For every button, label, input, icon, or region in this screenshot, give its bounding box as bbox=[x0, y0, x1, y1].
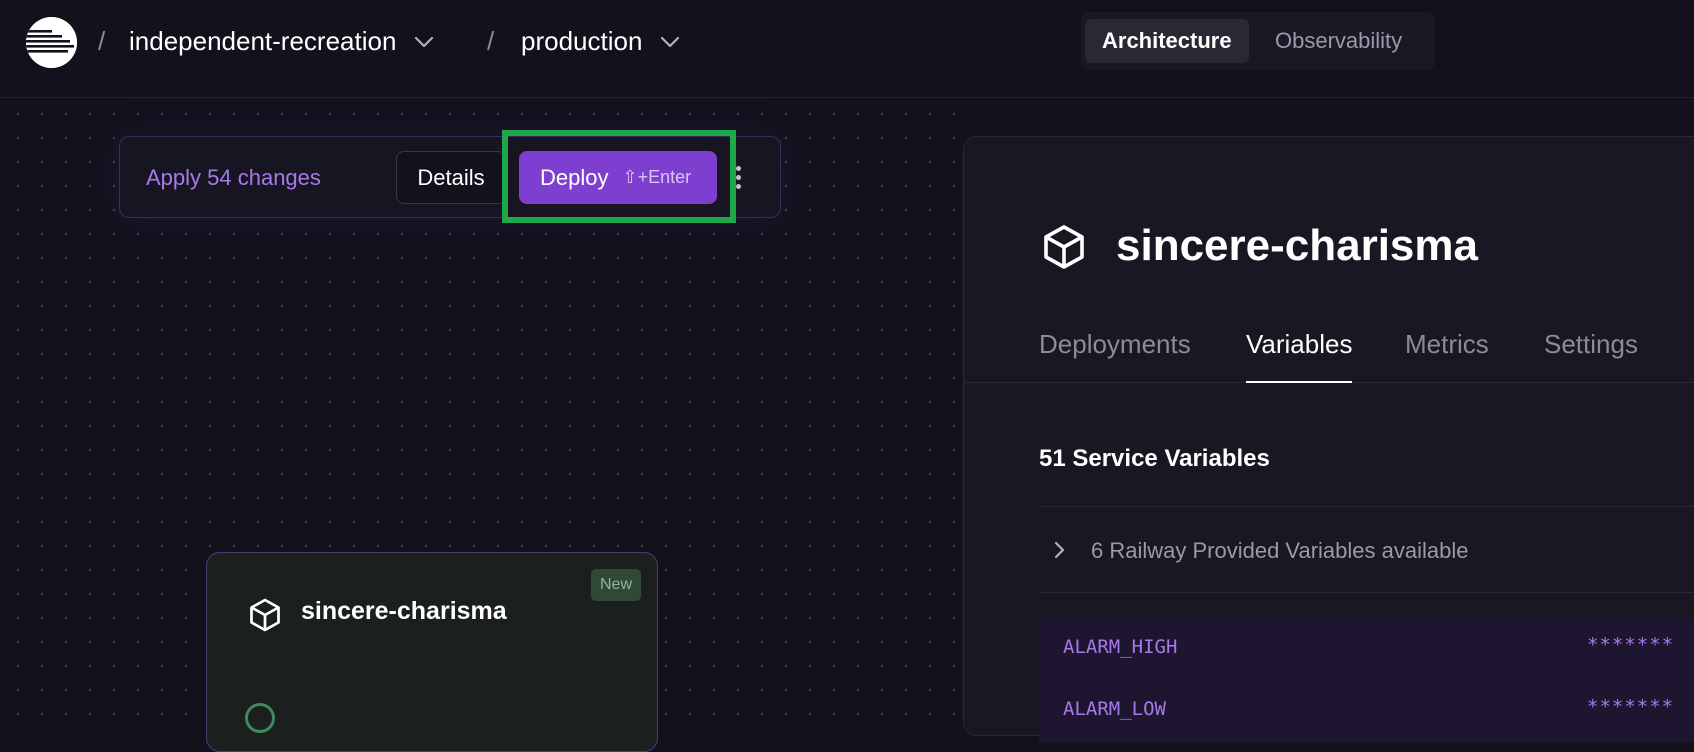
cube-icon bbox=[1044, 225, 1084, 269]
tab-settings[interactable]: Settings bbox=[1544, 329, 1638, 383]
more-vertical-icon[interactable] bbox=[732, 163, 744, 193]
chevron-down-icon bbox=[415, 36, 434, 47]
cube-icon bbox=[250, 598, 280, 632]
breadcrumb-separator: / bbox=[487, 26, 495, 56]
deploy-button[interactable]: Deploy ⇧+Enter bbox=[519, 151, 717, 204]
tab-deployments[interactable]: Deployments bbox=[1039, 329, 1191, 383]
tab-observability[interactable]: Observability bbox=[1258, 19, 1419, 63]
top-bar: / independent-recreation / production Ar… bbox=[0, 0, 1694, 98]
apply-changes-text[interactable]: Apply 54 changes bbox=[146, 165, 321, 191]
chevron-down-icon bbox=[661, 36, 680, 47]
service-card[interactable]: New sincere-charisma bbox=[206, 552, 658, 752]
panel-tabs: Deployments Variables Metrics Settings bbox=[964, 317, 1694, 383]
view-toggle: Architecture Observability bbox=[1081, 12, 1435, 70]
tab-variables[interactable]: Variables bbox=[1246, 329, 1353, 383]
project-selector[interactable]: independent-recreation bbox=[129, 26, 434, 57]
divider bbox=[1039, 592, 1694, 593]
variable-row[interactable]: ALARM_HIGH ******* bbox=[1039, 618, 1694, 680]
variable-name: ALARM_HIGH bbox=[1063, 636, 1178, 658]
tab-metrics[interactable]: Metrics bbox=[1405, 329, 1489, 383]
service-card-title: sincere-charisma bbox=[301, 597, 507, 625]
chevron-right-icon bbox=[1054, 541, 1065, 559]
railway-logo-icon[interactable] bbox=[26, 17, 77, 68]
variable-value-masked[interactable]: ******* bbox=[1587, 634, 1674, 656]
variables-heading: 51 Service Variables bbox=[1039, 445, 1270, 472]
provided-variables-text: 6 Railway Provided Variables available bbox=[1091, 538, 1469, 563]
tab-architecture[interactable]: Architecture bbox=[1085, 19, 1249, 63]
panel-title: sincere-charisma bbox=[1116, 221, 1478, 270]
breadcrumb-separator: / bbox=[98, 26, 106, 56]
project-name: independent-recreation bbox=[129, 26, 397, 56]
deploy-button-label: Deploy bbox=[540, 164, 609, 190]
divider bbox=[1039, 506, 1694, 507]
status-circle-icon bbox=[245, 703, 275, 733]
environment-selector[interactable]: production bbox=[521, 26, 680, 57]
service-detail-panel: sincere-charisma Deployments Variables M… bbox=[963, 136, 1694, 742]
environment-name: production bbox=[521, 26, 643, 56]
variable-name: ALARM_LOW bbox=[1063, 698, 1166, 720]
details-button[interactable]: Details bbox=[396, 151, 506, 204]
railway-provided-variables-toggle[interactable]: 6 Railway Provided Variables available bbox=[1039, 526, 1694, 576]
variable-row[interactable]: ALARM_LOW ******* bbox=[1039, 680, 1694, 742]
staged-changes-bar: Apply 54 changes Details Deploy ⇧+Enter bbox=[119, 136, 781, 218]
new-badge: New bbox=[590, 569, 641, 601]
deploy-shortcut-hint: ⇧+Enter bbox=[622, 167, 692, 187]
